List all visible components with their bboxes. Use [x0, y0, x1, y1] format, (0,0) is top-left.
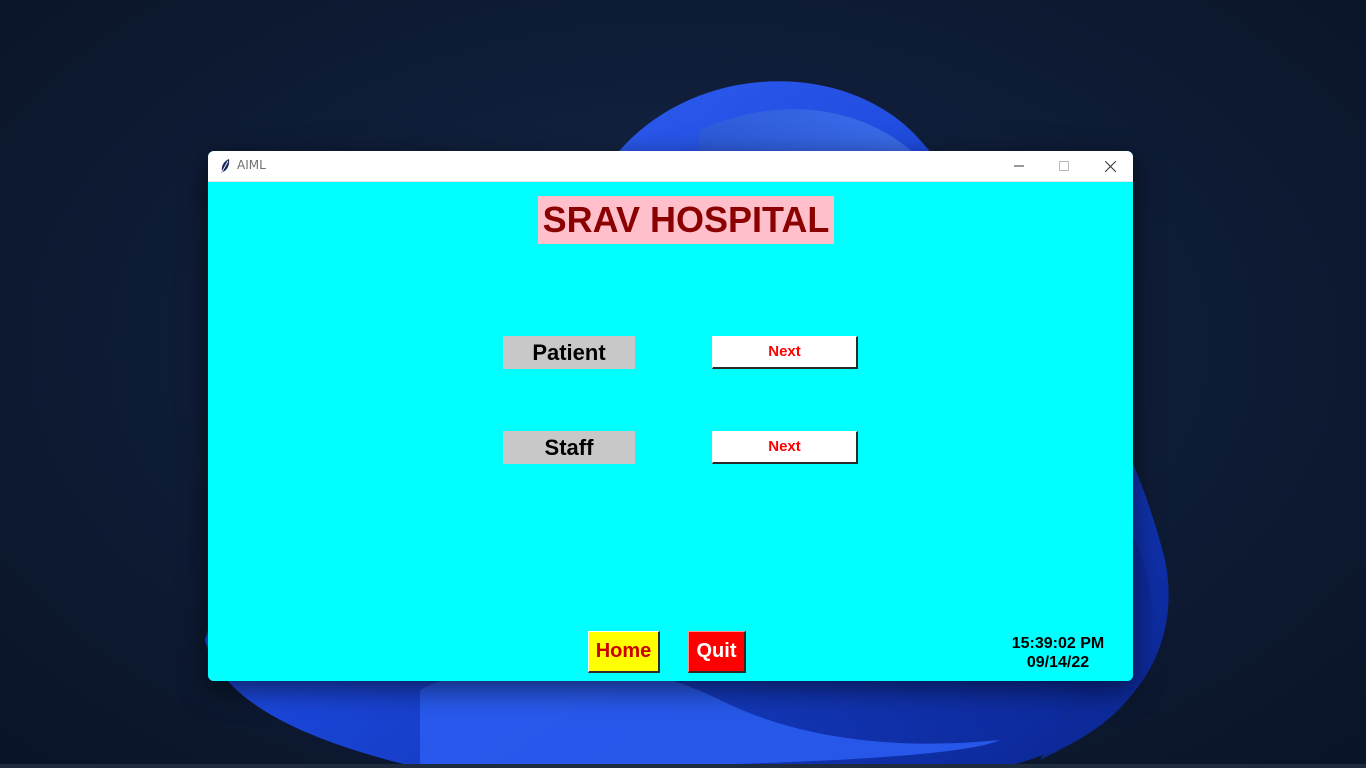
patient-next-button[interactable]: Next [712, 336, 858, 369]
close-button[interactable] [1087, 151, 1133, 181]
quit-button[interactable]: Quit [688, 631, 746, 673]
window-title: AIML [237, 158, 266, 172]
maximize-icon [1059, 161, 1069, 171]
minimize-button[interactable] [996, 151, 1042, 181]
patient-label: Patient [503, 336, 635, 369]
desktop: AIML SRAV HOSPITAL Patient Next Staff Ne… [0, 0, 1366, 768]
clock-date: 09/14/22 [1026, 654, 1090, 671]
maximize-button[interactable] [1041, 151, 1087, 181]
home-button[interactable]: Home [588, 631, 660, 673]
page-title: SRAV HOSPITAL [538, 196, 834, 244]
main-panel: SRAV HOSPITAL Patient Next Staff Next Ho… [208, 182, 1133, 681]
feather-icon [218, 158, 232, 174]
taskbar-edge [0, 764, 1366, 768]
staff-label: Staff [503, 431, 635, 464]
minimize-icon [1014, 165, 1024, 167]
staff-next-button[interactable]: Next [712, 431, 858, 464]
title-bar[interactable]: AIML [208, 151, 1133, 182]
app-window: AIML SRAV HOSPITAL Patient Next Staff Ne… [208, 151, 1133, 681]
clock: 15:39:02 PM 09/14/22 [998, 634, 1118, 672]
clock-time: 15:39:02 PM [1011, 635, 1105, 652]
close-icon [1104, 160, 1116, 172]
